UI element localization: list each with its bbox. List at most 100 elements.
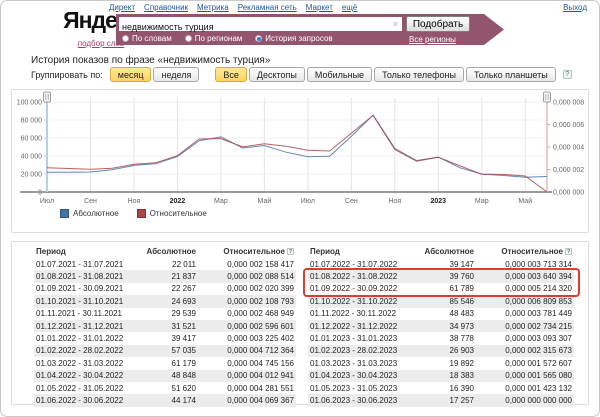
left-axis-tick: 20 000	[21, 172, 43, 179]
table-row: 01.04.2023 - 30.04.202318 3830,000 001 5…	[308, 370, 574, 382]
mode-radio-2[interactable]: История запросов	[255, 34, 332, 43]
device-button-3[interactable]: Только телефоны	[374, 67, 464, 82]
x-axis-tick: Июл	[301, 198, 315, 205]
radio-icon	[122, 35, 129, 42]
period-button-0[interactable]: месяц	[110, 67, 152, 82]
legend-swatch	[60, 209, 69, 218]
mode-radio-1[interactable]: По регионам	[185, 34, 243, 43]
absolute-cell: 17 257	[404, 396, 474, 405]
table-row: 01.06.2022 - 30.06.202244 1740,000 004 0…	[34, 394, 296, 406]
absolute-cell: 61 179	[126, 359, 196, 368]
trend-chart: ИюлСенНоя2022МарМайИюлСенНоя2023МарМай10…	[11, 89, 589, 233]
submit-button[interactable]: Подобрать	[406, 16, 470, 32]
table-row: 01.03.2022 - 31.03.202261 1790,000 004 7…	[34, 357, 296, 369]
absolute-cell: 16 390	[404, 384, 474, 393]
nav-link-5[interactable]: ещё	[342, 3, 357, 12]
nav-link-3[interactable]: Рекламная сеть	[238, 3, 297, 12]
x-axis-tick: Ноя	[388, 198, 401, 205]
chart-svg: ИюлСенНоя2022МарМайИюлСенНоя2023МарМай10…	[12, 90, 588, 208]
table-row: 01.12.2021 - 31.12.202131 5210,000 002 5…	[34, 320, 296, 332]
regions-link[interactable]: Все регионы	[409, 35, 456, 44]
absolute-cell: 44 174	[126, 396, 196, 405]
x-axis-tick: 2022	[170, 198, 186, 205]
absolute-cell: 57 035	[126, 346, 196, 355]
relative-cell: 0,000 001 423 132	[474, 384, 574, 393]
relative-cell: 0,000 002 158 417	[196, 260, 296, 269]
logout-link[interactable]: Выход	[563, 3, 587, 12]
absolute-cell: 48 848	[126, 371, 196, 380]
absolute-cell: 24 693	[126, 297, 196, 306]
period-cell: 01.04.2023 - 30.04.2023	[308, 371, 404, 380]
relative-cell: 0,000 000 000 000	[474, 396, 574, 405]
legend-item-0[interactable]: Абсолютное	[60, 209, 119, 218]
relative-cell: 0,000 004 012 941	[196, 371, 296, 380]
col-header-1: Абсолютное	[126, 247, 196, 256]
radio-icon	[185, 35, 192, 42]
absolute-cell: 21 837	[126, 272, 196, 281]
table-row: 01.08.2022 - 31.08.202239 7600,000 003 6…	[308, 270, 574, 282]
table-row: 01.04.2022 - 30.04.202248 8480,000 004 0…	[34, 370, 296, 382]
table-row: 01.07.2022 - 31.07.202239 1470,000 003 7…	[308, 258, 574, 270]
relative-cell: 0,000 002 596 601	[196, 322, 296, 331]
right-axis-tick: 0,000 004	[553, 145, 584, 152]
period-cell: 01.05.2022 - 31.05.2022	[34, 384, 126, 393]
clear-icon[interactable]: ✕	[391, 20, 400, 29]
relative-cell: 0,000 004 069 367	[196, 396, 296, 405]
device-button-4[interactable]: Только планшеты	[466, 67, 556, 82]
table-row: 01.09.2022 - 30.09.202261 7890,000 005 2…	[308, 283, 574, 295]
help-icon[interactable]: ?	[287, 248, 294, 255]
mode-label: История запросов	[265, 34, 332, 43]
page-title: История показов по фразе «недвижимость т…	[31, 55, 270, 66]
absolute-cell: 26 903	[404, 346, 474, 355]
x-axis-tick: 2023	[431, 198, 447, 205]
period-cell: 01.06.2023 - 30.06.2023	[308, 396, 404, 405]
table-row: 01.02.2023 - 28.02.202326 9030,000 002 3…	[308, 345, 574, 357]
device-button-0[interactable]: Все	[215, 67, 247, 82]
x-axis-tick: Сен	[84, 198, 97, 205]
relative-cell: 0,000 004 712 364	[196, 346, 296, 355]
device-button-1[interactable]: Десктопы	[249, 67, 305, 82]
help-icon[interactable]: ?	[565, 248, 572, 255]
search-input-wrap: ✕	[119, 17, 402, 31]
controls-row: Группировать по: месяцнеделя ВсеДесктопы…	[31, 67, 572, 82]
period-cell: 01.02.2023 - 28.02.2023	[308, 346, 404, 355]
period-cell: 01.06.2022 - 30.06.2022	[34, 396, 126, 405]
range-slider-handle-right[interactable]	[544, 92, 551, 102]
period-button-1[interactable]: неделя	[153, 67, 199, 82]
chart-legend: Абсолютное Относительное	[60, 209, 207, 218]
search-input[interactable]	[119, 20, 402, 34]
nav-link-4[interactable]: Маркет	[306, 3, 333, 12]
device-button-2[interactable]: Мобильные	[307, 67, 372, 82]
period-cell: 01.08.2021 - 31.08.2021	[34, 272, 126, 281]
absolute-cell: 61 789	[404, 284, 474, 293]
legend-item-1[interactable]: Относительное	[137, 209, 207, 218]
range-slider-handle-left[interactable]	[44, 92, 51, 102]
table-row: 01.12.2022 - 31.12.202234 9730,000 002 7…	[308, 320, 574, 332]
relative-cell: 0,000 003 640 394	[474, 272, 574, 281]
relative-cell: 0,000 003 225 402	[196, 334, 296, 343]
relative-cell: 0,000 001 572 607	[474, 359, 574, 368]
table-row: 01.10.2021 - 31.10.202124 6930,000 002 1…	[34, 295, 296, 307]
absolute-cell: 22 011	[126, 260, 196, 269]
nav-link-2[interactable]: Метрика	[197, 3, 229, 12]
relative-cell: 0,000 002 734 215	[474, 322, 574, 331]
series-line-0	[47, 115, 547, 177]
left-axis-tick: 40 000	[21, 154, 43, 161]
left-axis-tick: 80 000	[21, 118, 43, 125]
table-row: 01.01.2023 - 31.01.202338 7780,000 003 0…	[308, 332, 574, 344]
mode-radio-0[interactable]: По словам	[122, 34, 172, 43]
left-axis-tick: 60 000	[21, 136, 43, 143]
nav-link-1[interactable]: Справочник	[144, 3, 188, 12]
col-header-0: Период	[308, 247, 404, 256]
legend-label: Абсолютное	[73, 209, 119, 218]
period-cell: 01.10.2021 - 31.10.2021	[34, 297, 126, 306]
help-icon[interactable]: ?	[563, 70, 572, 79]
table-row: 01.11.2022 - 30.11.202248 4830,000 003 7…	[308, 308, 574, 320]
absolute-cell: 19 892	[404, 359, 474, 368]
period-buttons: месяцнеделя	[110, 67, 202, 82]
mode-label: По словам	[132, 34, 172, 43]
x-axis-tick: Июл	[40, 198, 54, 205]
x-axis-tick: Ноя	[128, 198, 141, 205]
search-modes: По словам По регионам История запросов	[122, 34, 333, 43]
relative-cell: 0,000 003 093 307	[474, 334, 574, 343]
